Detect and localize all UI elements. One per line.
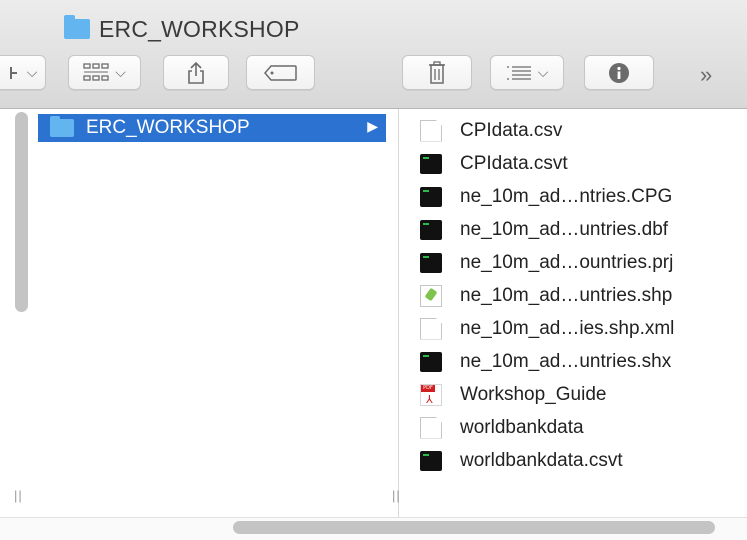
info-icon [609,62,629,83]
file-row[interactable]: CPIdata.csvt [420,147,740,180]
file-row[interactable]: Workshop_Guide [420,378,740,411]
chevron-down-icon: ⌵ [26,64,38,80]
file-name: worldbankdata [460,416,584,438]
column-1-resize-handle[interactable]: || [14,488,23,503]
file-name: ne_10m_ad…untries.shx [460,350,672,372]
file-row[interactable]: worldbankdata [420,411,740,444]
tags-button[interactable] [246,55,315,90]
grid-icon [83,62,109,81]
get-info-button[interactable] [584,55,654,90]
file-name: ne_10m_ad…untries.shp [460,284,673,306]
shp-file-icon [420,284,442,307]
column-1 [0,109,399,517]
tag-icon [263,64,297,81]
file-row[interactable]: ne_10m_ad…untries.shx [420,345,740,378]
trash-icon [429,60,445,84]
file-name: CPIdata.csv [460,119,563,141]
file-row[interactable]: ne_10m_ad…ntries.CPG [420,180,740,213]
executable-icon [420,187,442,207]
share-icon [188,61,204,84]
file-name: Workshop_Guide [460,383,607,405]
delete-button[interactable] [402,55,472,90]
document-icon [420,416,442,439]
column-1-scrollbar[interactable] [15,112,28,312]
file-name: ne_10m_ad…ountries.prj [460,251,674,273]
file-row[interactable]: ne_10m_ad…untries.dbf [420,213,740,246]
chevron-down-icon: ⌵ [537,64,549,80]
folder-icon [64,15,90,39]
file-row[interactable]: worldbankdata.csvt [420,444,740,477]
column-2-resize-handle[interactable]: || [392,488,401,503]
titlebar-toolbar: ERC_WORKSHOP ⌵ ⌵ ⌵ » [0,0,747,109]
chevron-down-icon: ⌵ [115,64,126,80]
file-name: ne_10m_ad…ies.shp.xml [460,317,675,339]
executable-icon [420,451,442,471]
arrange-button[interactable]: ⌵ [0,55,46,90]
folder-icon [50,116,74,137]
folder-label: ERC_WORKSHOP [86,117,250,138]
list-icon [506,65,531,80]
toolbar-overflow-button[interactable]: » [700,62,712,88]
executable-icon [420,220,442,240]
finder-window: ERC_WORKSHOP ⌵ ⌵ ⌵ » ERC_WORKSHOP ▶ || |… [0,0,747,540]
pdf-icon [420,383,442,406]
horizontal-scrollbar-thumb[interactable] [233,521,715,534]
file-row[interactable]: ne_10m_ad…ies.shp.xml [420,312,740,345]
disclosure-arrow-icon: ▶ [367,118,378,134]
executable-icon [420,154,442,174]
file-name: ne_10m_ad…untries.dbf [460,218,669,240]
column-1-selected-row[interactable]: ERC_WORKSHOP ▶ [38,114,386,142]
document-icon [420,119,442,142]
file-row[interactable]: ne_10m_ad…ountries.prj [420,246,740,279]
arrange-icon [9,66,17,79]
file-row[interactable]: ne_10m_ad…untries.shp [420,279,740,312]
executable-icon [420,352,442,372]
group-view-button[interactable]: ⌵ [68,55,141,90]
file-list: CPIdata.csv CPIdata.csvt ne_10m_ad…ntrie… [420,114,740,477]
share-button[interactable] [163,55,229,90]
file-name: CPIdata.csvt [460,152,568,174]
file-name: ne_10m_ad…ntries.CPG [460,185,673,207]
file-row[interactable]: CPIdata.csv [420,114,740,147]
file-name: worldbankdata.csvt [460,449,623,471]
executable-icon [420,253,442,273]
action-menu-button[interactable]: ⌵ [490,55,564,90]
window-title: ERC_WORKSHOP [64,14,299,44]
document-icon [420,317,442,340]
window-title-text: ERC_WORKSHOP [99,15,300,42]
